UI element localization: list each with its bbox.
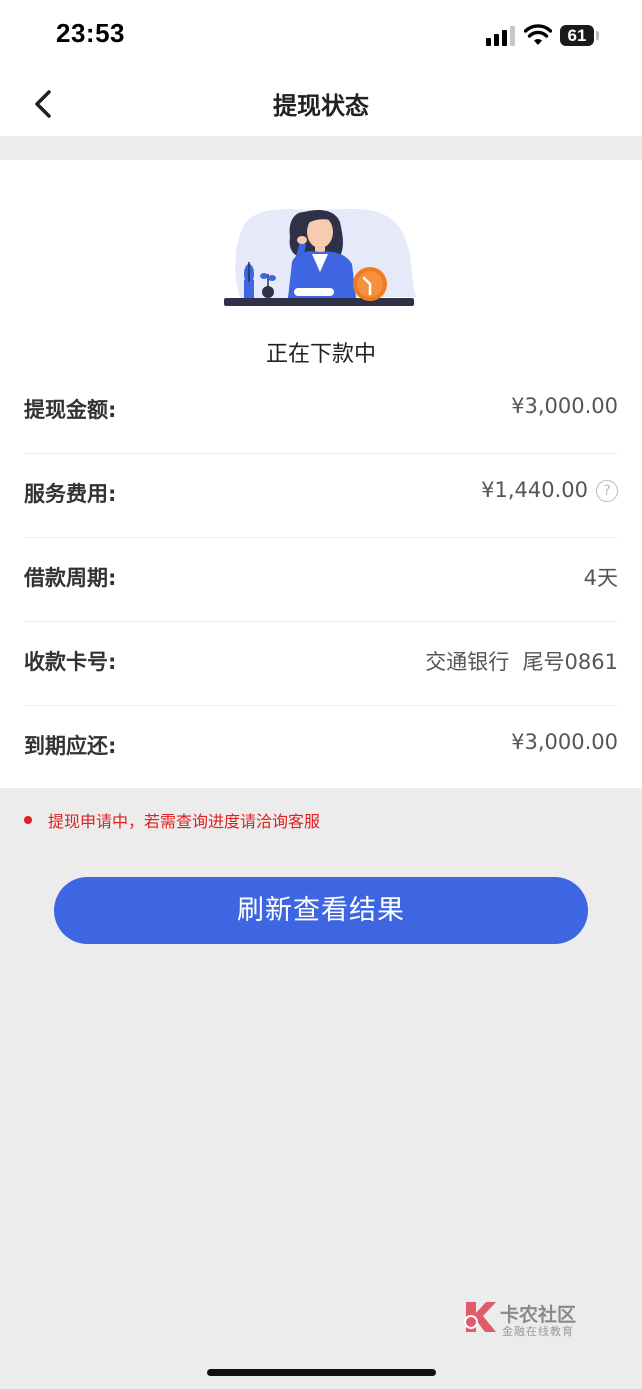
detail-row-bank-card: 收款卡号: 交通银行 尾号0861	[24, 622, 618, 706]
battery-tip	[596, 31, 599, 40]
question-circle-icon[interactable]: ?	[596, 480, 618, 502]
detail-row-service-fee: 服务费用: ¥1,440.00?	[24, 454, 618, 538]
woman-waiting-illustration	[224, 208, 416, 306]
detail-row-due-amount: 到期应还: ¥3,000.00	[24, 706, 618, 790]
detail-label: 到期应还:	[24, 734, 117, 758]
withdraw-status-text: 正在下款中	[265, 342, 376, 367]
status-time: 23:53	[56, 18, 125, 48]
detail-label: 提现金额:	[24, 398, 117, 422]
watermark-logo: 卡农社区 金融在线教育	[462, 1298, 582, 1338]
detail-value: 交通银行 尾号0861	[425, 650, 618, 674]
detail-value: ¥3,000.00	[511, 394, 618, 418]
detail-value-with-help: ¥1,440.00?	[481, 478, 618, 502]
refresh-result-button[interactable]: 刷新查看结果	[54, 877, 588, 944]
section-gap	[0, 136, 642, 160]
nav-bar: 提现状态	[0, 68, 642, 136]
detail-row-loan-period: 借款周期: 4天	[24, 538, 618, 622]
withdraw-status-card: 正在下款中 提现金额: ¥3,000.00 服务费用: ¥1,440.00? 借…	[0, 160, 642, 788]
detail-value: ¥1,440.00	[481, 478, 588, 502]
detail-label: 收款卡号:	[24, 650, 117, 674]
detail-row-amount: 提现金额: ¥3,000.00	[24, 370, 618, 454]
notice-text: 提现申请中，若需查询进度请洽询客服	[48, 812, 321, 831]
detail-value: 4天	[583, 566, 618, 590]
kanong-logo-icon	[464, 1302, 496, 1332]
home-indicator[interactable]	[207, 1369, 436, 1376]
page-title: 提现状态	[273, 92, 369, 120]
detail-label: 借款周期:	[24, 566, 117, 590]
red-dot-icon	[24, 816, 32, 824]
cellular-signal-icon	[486, 26, 515, 46]
battery-indicator: 61	[560, 25, 594, 46]
status-bar: 23:53 61	[0, 0, 642, 68]
detail-value: ¥3,000.00	[511, 730, 618, 754]
detail-label: 服务费用:	[24, 482, 117, 506]
watermark-subtitle: 金融在线教育	[502, 1325, 574, 1338]
notice-message: 提现申请中，若需查询进度请洽询客服	[24, 808, 320, 832]
wifi-icon	[524, 24, 552, 45]
